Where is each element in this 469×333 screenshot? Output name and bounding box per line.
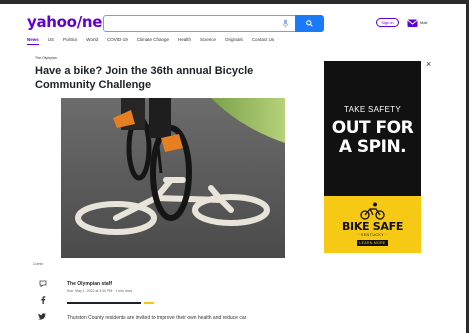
sign-in-button[interactable]: Sign in xyxy=(376,18,399,27)
mail-label[interactable]: Mail xyxy=(420,20,427,25)
nav-item-originals[interactable]: Originals xyxy=(225,37,243,42)
ad-learn-more-button[interactable]: LEARN MORE xyxy=(357,240,388,246)
audio-progress-bar[interactable] xyxy=(67,302,141,304)
microphone-icon[interactable] xyxy=(280,18,291,29)
article-date: Sun, May 1, 2022 at 3:00 PM · 1 min read xyxy=(67,289,132,293)
comment-icon[interactable] xyxy=(39,280,47,287)
cyclist-icon xyxy=(360,202,385,220)
nav-item-climate[interactable]: Climate Change xyxy=(137,37,169,42)
publisher-logo[interactable]: The Olympian xyxy=(35,56,57,60)
nav-item-news[interactable]: News xyxy=(27,37,39,42)
article-lede: Thurston County residents are invited to… xyxy=(67,315,247,321)
ad-brand-panel: BIKE SAFE · KENTUCKY · LEARN MORE xyxy=(324,196,421,253)
nav-active-indicator xyxy=(27,44,39,45)
article-headline: Have a bike? Join the 36th annual Bicycl… xyxy=(35,65,254,91)
search-input[interactable] xyxy=(103,15,296,32)
ad-headline-line2: A SPIN. xyxy=(338,137,407,157)
ad-brand-name: BIKE SAFE xyxy=(341,220,404,233)
search-icon xyxy=(306,20,313,27)
search-button[interactable] xyxy=(295,15,324,32)
nav-item-contact[interactable]: Contact Us xyxy=(252,37,274,42)
advertisement[interactable]: TAKE SAFETY OUT FOR A SPIN. BIKE SAFE · … xyxy=(324,61,421,253)
mail-icon[interactable] xyxy=(407,18,418,28)
ad-headline-line1: OUT FOR xyxy=(331,118,414,138)
facebook-icon[interactable] xyxy=(40,296,46,304)
ad-tagline: TAKE SAFETY xyxy=(344,105,401,114)
comments-label: Comm xyxy=(33,262,44,266)
nav-item-covid[interactable]: COVID-19 xyxy=(107,37,128,42)
nav-item-science[interactable]: Science xyxy=(200,37,216,42)
audio-indicator xyxy=(144,302,154,304)
ad-close-icon[interactable]: × xyxy=(426,59,431,69)
nav-item-health[interactable]: Health xyxy=(178,37,191,42)
author-name[interactable]: The Olympian staff xyxy=(67,281,112,287)
twitter-icon[interactable] xyxy=(38,313,46,320)
main-nav: News US Politics World COVID-19 Climate … xyxy=(27,37,274,42)
ad-brand-subtitle: · KENTUCKY · xyxy=(357,233,388,237)
nav-item-politics[interactable]: Politics xyxy=(63,37,77,42)
window-frame-top xyxy=(0,0,469,4)
article-hero-image xyxy=(61,98,285,258)
nav-item-us[interactable]: US xyxy=(48,37,54,42)
nav-item-world[interactable]: World xyxy=(86,37,98,42)
